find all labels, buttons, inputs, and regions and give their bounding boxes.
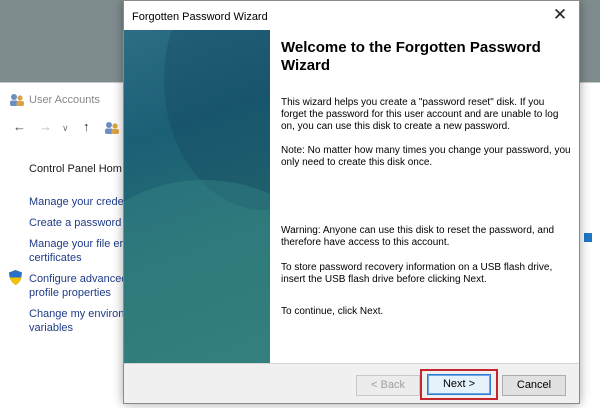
next-button-highlight: Next >: [420, 369, 498, 400]
usb-paragraph: To store password recovery information o…: [281, 262, 553, 285]
next-button[interactable]: Next >: [427, 374, 491, 395]
cancel-button[interactable]: Cancel: [502, 375, 566, 396]
manage-file-encryption-link-line2[interactable]: certificates: [29, 251, 82, 265]
warning-paragraph: Warning: Anyone can use this disk to res…: [281, 225, 555, 248]
address-user-accounts-icon: [105, 122, 119, 134]
forward-arrow-icon[interactable]: →: [39, 120, 52, 134]
user-accounts-icon: [10, 94, 24, 106]
change-environment-variables-link-line2[interactable]: variables: [29, 321, 73, 335]
change-environment-variables-link[interactable]: Change my environ: [29, 307, 124, 321]
user-accounts-title: User Accounts: [29, 94, 100, 106]
control-panel-home-link[interactable]: Control Panel Hom: [29, 163, 122, 175]
manage-credentials-link[interactable]: Manage your crede: [29, 195, 124, 209]
back-button[interactable]: < Back: [356, 375, 420, 396]
wizard-content: Welcome to the Forgotten Password Wizard…: [124, 30, 579, 364]
manage-file-encryption-link[interactable]: Manage your file er: [29, 237, 123, 251]
dialog-titlebar[interactable]: Forgotten Password Wizard ✕: [124, 1, 579, 30]
intro-paragraph: This wizard helps you create a "password…: [281, 97, 559, 132]
back-arrow-icon[interactable]: ←: [13, 120, 26, 134]
continue-paragraph: To continue, click Next.: [281, 306, 384, 317]
configure-advanced-profile-link[interactable]: Configure advanced: [29, 272, 127, 286]
uac-shield-icon: [9, 270, 22, 285]
up-arrow-icon[interactable]: ↑: [83, 120, 90, 134]
forgotten-password-wizard-dialog: Forgotten Password Wizard ✕ Welcome to t…: [123, 0, 580, 404]
recent-locations-chevron-icon[interactable]: ∨: [62, 121, 69, 135]
configure-advanced-profile-link-line2[interactable]: profile properties: [29, 286, 111, 300]
wizard-heading: Welcome to the Forgotten Password Wizard: [281, 39, 541, 74]
create-password-reset-link[interactable]: Create a password r: [29, 216, 128, 230]
banner-decoration: [124, 180, 270, 363]
window-right-edge: [577, 140, 600, 408]
scrollbar-thumb[interactable]: [584, 233, 592, 242]
close-icon[interactable]: ✕: [542, 4, 578, 28]
note-paragraph: Note: No matter how many times you chang…: [281, 145, 571, 168]
dialog-title: Forgotten Password Wizard: [132, 11, 268, 23]
wizard-side-banner: [124, 30, 270, 363]
